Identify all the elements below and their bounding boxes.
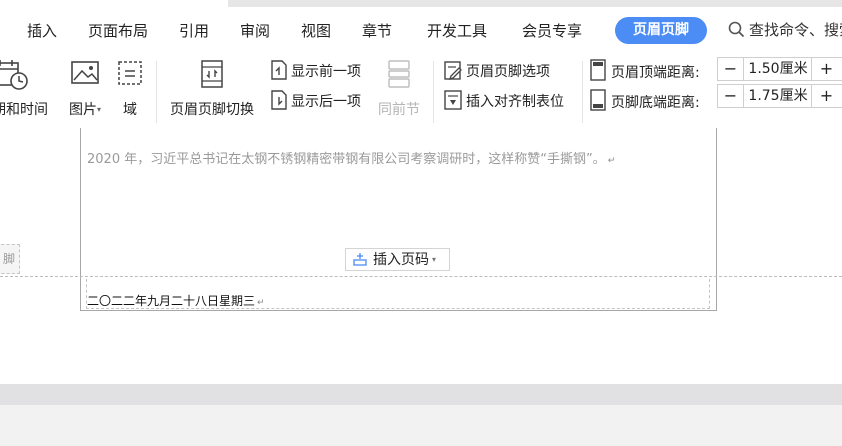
header-footer-options-button[interactable]: 页眉页脚选项 — [443, 59, 550, 81]
header-top-distance-row: 页眉顶端距离: — [588, 58, 700, 82]
separator — [582, 61, 583, 123]
field-icon — [118, 61, 142, 85]
header-footer-switch-button[interactable]: 页眉页脚切换 — [164, 59, 260, 119]
insert-page-number-label: 插入页码 — [373, 252, 429, 268]
separator — [156, 61, 157, 123]
page-gap — [0, 384, 842, 405]
body-text: 2020 年，习近平总书记在太钢不锈钢精密带钢有限公司考察调研时，这样称赞“手撕… — [87, 152, 606, 167]
paragraph-mark: ↵ — [257, 298, 265, 308]
insert-page-number-button[interactable]: 插入页码 ▾ — [345, 248, 450, 271]
tab-chapter[interactable]: 章节 — [362, 20, 392, 41]
workspace-background — [0, 405, 842, 446]
search-box[interactable]: 查找命令、搜索 — [728, 19, 842, 40]
footer-bottom-icon — [590, 89, 606, 111]
field-label: 域 — [123, 102, 137, 118]
menu-bar: 插入 页面布局 引用 审阅 视图 章节 开发工具 会员专享 页眉页脚 查找命令、… — [0, 7, 842, 53]
tab-developer[interactable]: 开发工具 — [427, 20, 487, 41]
chevron-down-icon: ▾ — [96, 105, 101, 114]
same-as-previous-label: 同前节 — [378, 102, 420, 118]
date-time-label: 期和时间 — [0, 102, 48, 118]
footer-bottom-distance-spinner[interactable]: − 1.75厘米 + — [717, 84, 842, 108]
tab-review[interactable]: 审阅 — [240, 20, 270, 41]
show-previous-icon — [271, 60, 287, 80]
picture-icon — [71, 61, 99, 84]
footer-boundary-line — [0, 276, 842, 277]
decrease-button[interactable]: − — [718, 85, 744, 107]
show-previous-button[interactable]: 显示前一项 — [268, 59, 361, 81]
top-strip — [0, 0, 842, 7]
show-previous-label: 显示前一项 — [291, 64, 361, 80]
increase-button[interactable]: + — [811, 58, 841, 80]
footer-bottom-distance-value[interactable]: 1.75厘米 — [745, 85, 811, 107]
insert-align-tab-button[interactable]: 插入对齐制表位 — [443, 89, 564, 111]
align-tab-icon — [444, 90, 462, 110]
footer-label: 脚 — [0, 244, 20, 274]
header-top-distance-label: 页眉顶端距离: — [611, 65, 700, 81]
body-paragraph[interactable]: 2020 年，习近平总书记在太钢不锈钢精密带钢有限公司考察调研时，这样称赞“手撕… — [87, 148, 615, 167]
same-as-previous-button[interactable]: 同前节 — [374, 59, 424, 119]
field-button[interactable]: 域 — [112, 59, 148, 119]
ribbon: 期和时间 图片▾ 域 页眉页脚切换 — [0, 53, 842, 128]
chevron-down-icon: ▾ — [432, 255, 437, 264]
tab-page-layout[interactable]: 页面布局 — [88, 20, 148, 41]
tab-view[interactable]: 视图 — [301, 20, 331, 41]
increase-button[interactable]: + — [811, 85, 841, 107]
header-footer-switch-label: 页眉页脚切换 — [170, 102, 254, 118]
show-next-label: 显示后一项 — [291, 94, 361, 110]
link-to-previous-icon — [388, 60, 410, 88]
title-area — [228, 0, 842, 7]
options-icon — [444, 61, 462, 81]
tab-references[interactable]: 引用 — [179, 20, 209, 41]
switch-header-footer-icon — [201, 60, 223, 88]
date-time-button[interactable]: 期和时间 — [0, 59, 52, 119]
footer-bottom-distance-label: 页脚底端距离: — [611, 95, 700, 111]
separator — [433, 61, 434, 123]
header-top-distance-value[interactable]: 1.50厘米 — [745, 58, 811, 80]
header-top-distance-spinner[interactable]: − 1.50厘米 + — [717, 57, 842, 81]
search-icon — [728, 21, 745, 38]
footer-paragraph[interactable]: 二〇二二年九月二十八日星期三 ↵ — [87, 292, 265, 309]
calendar-clock-icon — [0, 60, 28, 90]
show-next-button[interactable]: 显示后一项 — [268, 89, 361, 111]
paragraph-mark: ↵ — [607, 156, 616, 166]
page-number-icon — [353, 253, 367, 266]
search-text: 查找命令、搜索 — [749, 21, 842, 39]
picture-button[interactable]: 图片▾ — [62, 59, 108, 119]
footer-date-text: 二〇二二年九月二十八日星期三 — [87, 294, 256, 308]
show-next-icon — [271, 90, 287, 110]
picture-label: 图片 — [68, 102, 97, 118]
tab-header-footer[interactable]: 页眉页脚 — [615, 17, 707, 44]
header-footer-options-label: 页眉页脚选项 — [466, 64, 550, 80]
decrease-button[interactable]: − — [718, 58, 744, 80]
insert-align-tab-label: 插入对齐制表位 — [466, 94, 564, 110]
footer-bottom-distance-row: 页脚底端距离: — [588, 88, 700, 112]
tab-member[interactable]: 会员专享 — [522, 20, 582, 41]
tab-insert[interactable]: 插入 — [27, 20, 57, 41]
header-top-icon — [590, 59, 606, 81]
